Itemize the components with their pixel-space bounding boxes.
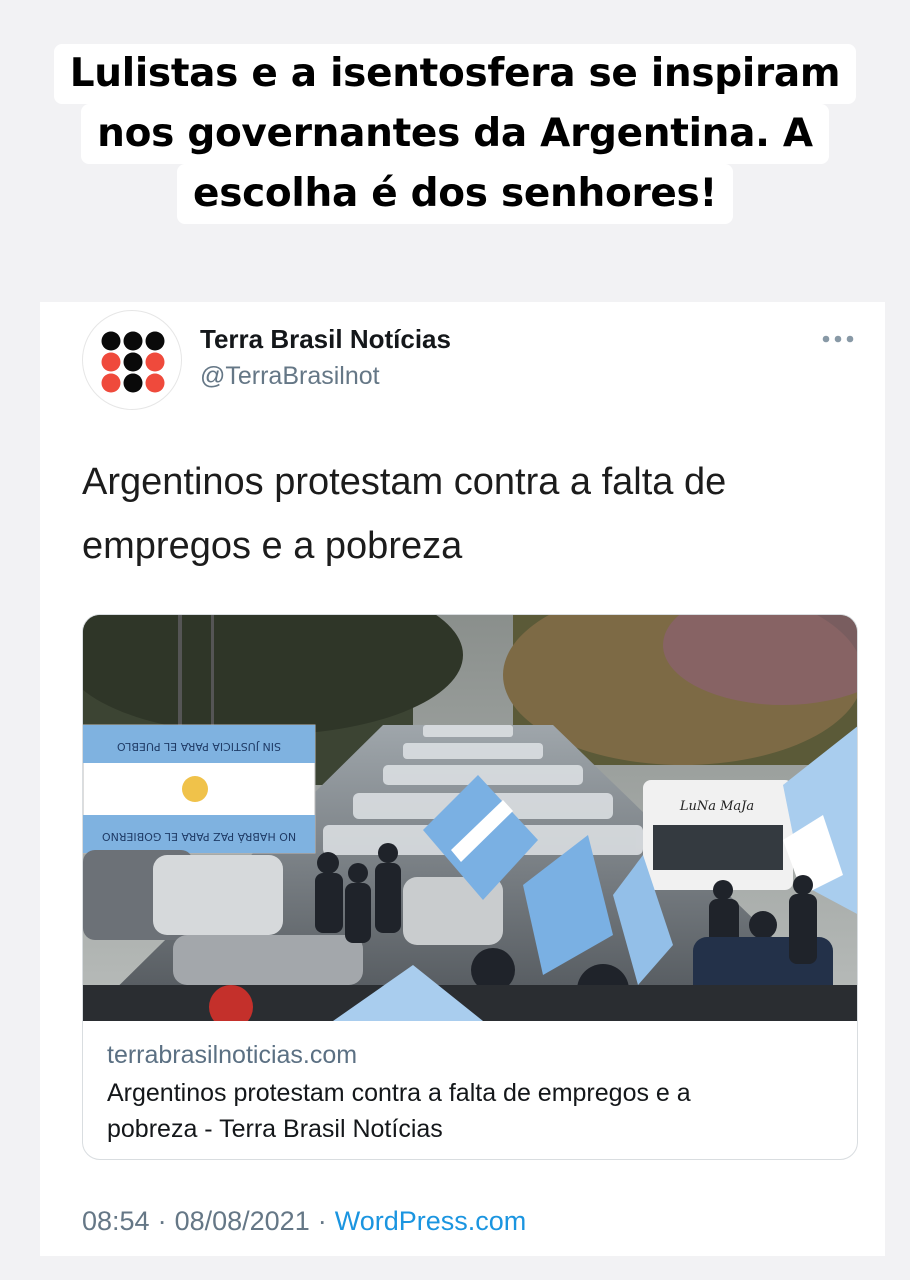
tweet-text-line-2: empregos e a pobreza — [82, 525, 463, 567]
tweet-text-line-1: Argentinos protestam contra a falta de — [82, 461, 727, 503]
banner-bottom-text: NO HABRÁ PAZ PARA EL GOBIERNO — [102, 830, 296, 843]
link-domain: terrabrasilnoticias.com — [107, 1041, 358, 1069]
link-preview-card[interactable]: SIN JUSTICIA PARA EL PUEBLO NO HABRÁ PAZ… — [82, 614, 858, 1160]
truck-text: LuNa MaJa — [679, 799, 754, 814]
more-horizontal-icon[interactable] — [821, 332, 855, 346]
separator: · — [157, 1206, 167, 1236]
caption-line-2: nos governantes da Argentina. A — [81, 104, 829, 164]
tweet-metadata: 08:54 · 08/08/2021 · WordPress.com — [82, 1206, 526, 1237]
link-preview-image: SIN JUSTICIA PARA EL PUEBLO NO HABRÁ PAZ… — [83, 615, 857, 1021]
caption-line-1: Lulistas e a isentosfera se inspiram — [53, 44, 857, 104]
tweet-time[interactable]: 08:54 — [82, 1206, 150, 1236]
caption-line-3: escolha é dos senhores! — [177, 164, 733, 224]
link-title-line-2: pobreza - Terra Brasil Notícias — [107, 1115, 443, 1143]
link-title-line-1: Argentinos protestam contra a falta de e… — [107, 1079, 691, 1107]
tweet-text: Argentinos protestam contra a falta de e… — [82, 450, 842, 578]
author-handle[interactable]: @TerraBrasilnot — [200, 362, 380, 391]
separator: · — [317, 1206, 327, 1236]
author-name[interactable]: Terra Brasil Notícias — [200, 324, 451, 355]
tweet-date[interactable]: 08/08/2021 — [175, 1206, 310, 1236]
avatar[interactable] — [82, 310, 182, 410]
tweet-card: Terra Brasil Notícias @TerraBrasilnot Ar… — [40, 302, 885, 1256]
banner-top-text: SIN JUSTICIA PARA EL PUEBLO — [117, 740, 281, 753]
story-caption: Lulistas e a isentosfera se inspiram nos… — [0, 44, 910, 224]
protest-photo: SIN JUSTICIA PARA EL PUEBLO NO HABRÁ PAZ… — [83, 615, 857, 1021]
terra-brasil-logo-icon — [101, 331, 165, 393]
source-link[interactable]: WordPress.com — [335, 1206, 527, 1236]
link-title: Argentinos protestam contra a falta de e… — [107, 1075, 833, 1147]
